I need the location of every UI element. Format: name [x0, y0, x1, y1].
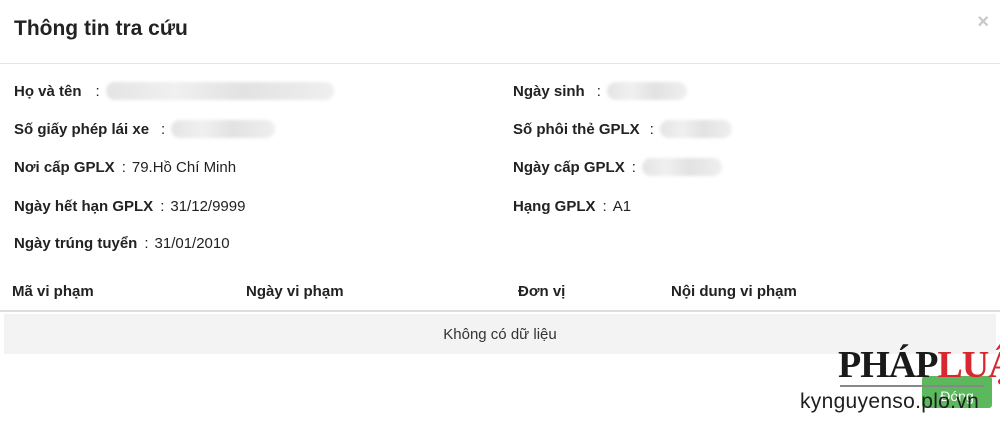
field-label: Hạng GPLX [513, 197, 596, 215]
redacted-value [641, 158, 722, 176]
watermark-site: kynguyenso.plo.vn [800, 390, 980, 413]
modal-header: Thông tin tra cứu × [0, 0, 1000, 64]
field-label: Ngày hết hạn GPLX [14, 197, 154, 215]
field-value: 79.Hồ Chí Minh [131, 158, 237, 176]
field-label: Số phôi thẻ GPLX [513, 120, 640, 138]
violations-table-header: Mã vi phạm Ngày vi phạm Đơn vị Nội dung … [0, 276, 1000, 312]
column-header-content: Nội dung vi phạm [671, 283, 797, 300]
field-full-name: Họ và tên : [14, 80, 334, 102]
watermark-divider [840, 385, 984, 387]
redacted-value [659, 120, 732, 138]
redacted-value [105, 82, 334, 100]
field-value: 31/01/2010 [154, 234, 230, 252]
field-issue-date: Ngày cấp GPLX : [513, 156, 722, 178]
field-label: Ngày trúng tuyển [14, 234, 138, 252]
field-label: Họ và tên [14, 82, 82, 100]
redacted-value [171, 120, 276, 138]
column-header-unit: Đơn vị [518, 283, 566, 300]
close-icon[interactable]: × [977, 12, 989, 32]
field-exam-pass-date: Ngày trúng tuyển : 31/01/2010 [14, 234, 230, 252]
field-birth-date: Ngày sinh : [513, 80, 687, 102]
column-header-date: Ngày vi phạm [246, 283, 344, 300]
field-expiry-date: Ngày hết hạn GPLX : 31/12/9999 [14, 197, 246, 215]
field-license-number: Số giấy phép lái xe : [14, 118, 276, 140]
field-label: Ngày sinh [513, 82, 585, 100]
field-label: Số giấy phép lái xe [14, 120, 150, 138]
field-license-class: Hạng GPLX : A1 [513, 197, 632, 215]
column-header-code: Mã vi phạm [12, 283, 94, 300]
watermark-logo: PHÁPLUẬT [838, 344, 1000, 386]
modal-title: Thông tin tra cứu [14, 17, 188, 40]
field-value: 31/12/9999 [170, 197, 246, 215]
redacted-value [606, 82, 687, 100]
field-value: A1 [612, 197, 632, 215]
field-card-serial: Số phôi thẻ GPLX : [513, 118, 732, 140]
field-label: Ngày cấp GPLX [513, 158, 625, 176]
field-label: Nơi cấp GPLX [14, 158, 115, 176]
field-issue-place: Nơi cấp GPLX : 79.Hồ Chí Minh [14, 158, 237, 176]
